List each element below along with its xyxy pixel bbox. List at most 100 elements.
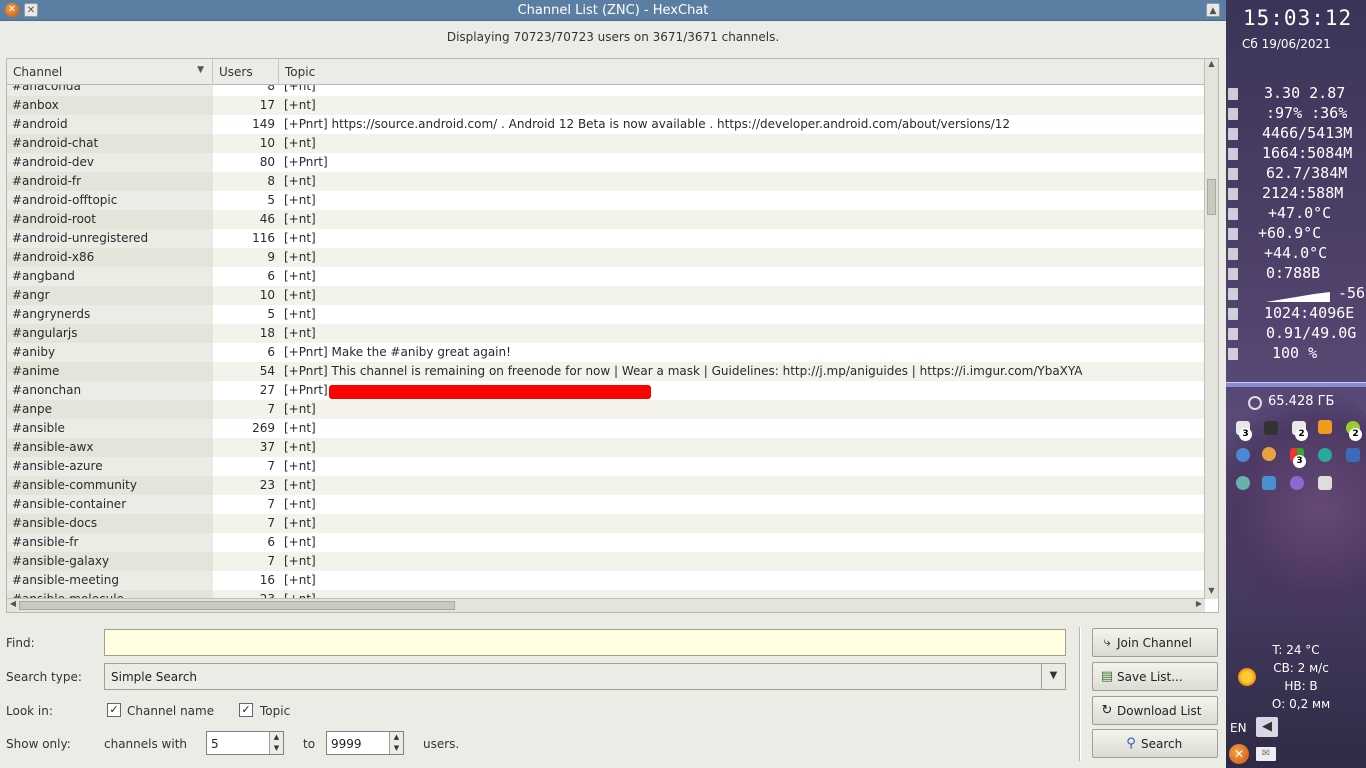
- notification-badge: 2: [1295, 428, 1308, 441]
- vertical-scroll-thumb[interactable]: [1207, 179, 1216, 215]
- topic-cell: [+nt]: [284, 250, 316, 264]
- column-header-channel[interactable]: Channel ▼: [7, 59, 213, 85]
- find-input[interactable]: [104, 629, 1066, 656]
- spinner-arrows-icon[interactable]: ▲ ▼: [269, 732, 283, 754]
- table-row[interactable]: #angrynerds 5 [+nt]: [7, 305, 1205, 324]
- table-row[interactable]: #angband 6 [+nt]: [7, 267, 1205, 286]
- table-row[interactable]: #ansible 269 [+nt]: [7, 419, 1205, 438]
- table-row[interactable]: #angr 10 [+nt]: [7, 286, 1205, 305]
- table-row[interactable]: #ansible-fr 6 [+nt]: [7, 533, 1205, 552]
- channel-name-checkbox-label[interactable]: Channel name: [127, 704, 214, 718]
- stat-value: 4466/5413M: [1262, 124, 1353, 142]
- scroll-down-icon[interactable]: ▼: [1205, 586, 1218, 599]
- channel-cell: #ansible-fr: [7, 533, 213, 552]
- menu-icon[interactable]: ✕: [1229, 744, 1249, 764]
- topic-cell: [+nt]: [284, 136, 316, 150]
- hexchat-icon[interactable]: [1262, 447, 1276, 461]
- join-channel-button[interactable]: ⤷ Join Channel: [1092, 628, 1218, 657]
- table-row[interactable]: #ansible-meeting 16 [+nt]: [7, 571, 1205, 590]
- save-list-button[interactable]: ▤ Save List...: [1092, 662, 1218, 691]
- channel-cell: #anime: [7, 362, 213, 381]
- shade-icon[interactable]: ▲: [1206, 3, 1220, 17]
- table-row[interactable]: #angularjs 18 [+nt]: [7, 324, 1205, 343]
- channel-cell: #anbox: [7, 96, 213, 115]
- scroll-up-icon[interactable]: ▲: [1205, 59, 1218, 72]
- window-icon[interactable]: [1346, 448, 1360, 462]
- browser-icon[interactable]: [1236, 448, 1250, 462]
- stat-icon: [1228, 328, 1238, 340]
- disk-free: 65.428 ГБ: [1268, 394, 1335, 409]
- table-row[interactable]: #android-root 46 [+nt]: [7, 210, 1205, 229]
- stat-icon: [1228, 268, 1238, 280]
- table-row[interactable]: #ansible-container 7 [+nt]: [7, 495, 1205, 514]
- table-row[interactable]: #ansible-docs 7 [+nt]: [7, 514, 1205, 533]
- table-row[interactable]: #android-fr 8 [+nt]: [7, 172, 1205, 191]
- column-header-users[interactable]: Users: [213, 59, 279, 85]
- table-row[interactable]: #ansible-galaxy 7 [+nt]: [7, 552, 1205, 571]
- topic-cell: [+nt]: [284, 85, 316, 93]
- stat-value: 0.91/49.0G: [1266, 324, 1357, 342]
- table-row[interactable]: #android 149 [+Pnrt] https://source.androi…: [7, 115, 1205, 134]
- column-header-topic[interactable]: Topic: [279, 59, 1205, 85]
- scroll-right-icon[interactable]: ▶: [1193, 599, 1205, 608]
- keyboard-layout[interactable]: EN: [1230, 721, 1247, 735]
- table-row[interactable]: #android-chat 10 [+nt]: [7, 134, 1205, 153]
- table-row[interactable]: #android-x86 9 [+nt]: [7, 248, 1205, 267]
- table-row[interactable]: #ansible-community 23 [+nt]: [7, 476, 1205, 495]
- table-row[interactable]: #anaconda 8 [+nt]: [7, 85, 1205, 96]
- moon-icon[interactable]: [1318, 448, 1332, 462]
- weather-nv: НВ: В: [1284, 679, 1318, 693]
- volume-icon[interactable]: ◀: [1256, 717, 1278, 737]
- table-row[interactable]: #ansible-awx 37 [+nt]: [7, 438, 1205, 457]
- table-row[interactable]: #anime 54 [+Pnrt] This channel is remainin…: [7, 362, 1205, 381]
- window-title: Channel List (ZNC) - HexChat: [517, 3, 709, 18]
- topic-cell: [+nt]: [284, 193, 316, 207]
- table-row[interactable]: #aniby 6 [+Pnrt] Make the #aniby great aga…: [7, 343, 1205, 362]
- clock: 15:03:12: [1243, 6, 1353, 30]
- users-cell: 6: [267, 269, 275, 283]
- table-row[interactable]: #android-dev 80 [+Pnrt]: [7, 153, 1205, 172]
- download-list-button[interactable]: ↻ Download List: [1092, 696, 1218, 725]
- table-row[interactable]: #anbox 17 [+nt]: [7, 96, 1205, 115]
- app-icon[interactable]: [1318, 420, 1332, 434]
- refresh-icon: ↻: [1101, 703, 1113, 718]
- table-row[interactable]: #android-unregistered 116 [+nt]: [7, 229, 1205, 248]
- viber-icon[interactable]: [1290, 476, 1304, 490]
- horizontal-scroll-thumb[interactable]: [19, 601, 455, 610]
- notification-badge: 3: [1293, 455, 1306, 468]
- min-users-spinner[interactable]: 5 ▲ ▼: [206, 731, 284, 755]
- topic-checkbox[interactable]: ✓: [239, 703, 253, 717]
- channel-cell: #ansible-azure: [7, 457, 213, 476]
- horizontal-scrollbar[interactable]: ◀ ▶: [7, 598, 1205, 612]
- mail-icon[interactable]: ✉: [1256, 747, 1276, 761]
- chat-icon[interactable]: [1236, 476, 1250, 490]
- topic-cell: [+nt]: [284, 288, 316, 302]
- channel-cell: #android-x86: [7, 248, 213, 267]
- channel-cell: #android-root: [7, 210, 213, 229]
- spinner-arrows-icon[interactable]: ▲ ▼: [389, 732, 403, 754]
- channel-list[interactable]: Channel ▼ Users Topic #anaconda 8 [+nt] #an…: [6, 58, 1219, 613]
- scroll-left-icon[interactable]: ◀: [7, 599, 19, 608]
- search-type-select[interactable]: Simple Search ▼: [104, 663, 1066, 690]
- table-row[interactable]: #ansible-azure 7 [+nt]: [7, 457, 1205, 476]
- monitor-icon[interactable]: [1262, 476, 1276, 490]
- channel-cell: #angrynerds: [7, 305, 213, 324]
- table-row[interactable]: #anpe 7 [+nt]: [7, 400, 1205, 419]
- network-graph: [1266, 290, 1330, 302]
- table-row[interactable]: #ansible-molecule23[+nt]: [7, 590, 1205, 598]
- max-users-spinner[interactable]: 9999 ▲ ▼: [326, 731, 404, 755]
- archive-icon[interactable]: [1264, 421, 1278, 435]
- text-icon[interactable]: [1318, 476, 1332, 490]
- stat-icon: [1228, 168, 1238, 180]
- chevron-down-icon[interactable]: ▼: [1041, 664, 1065, 689]
- channel-cell: #ansible-galaxy: [7, 552, 213, 571]
- topic-checkbox-label[interactable]: Topic: [260, 704, 290, 718]
- vertical-scrollbar[interactable]: ▲ ▼: [1204, 59, 1218, 599]
- download-list-label: Download List: [1117, 704, 1202, 718]
- table-row[interactable]: #android-offtopic 5 [+nt]: [7, 191, 1205, 210]
- channel-name-checkbox[interactable]: ✓: [107, 703, 121, 717]
- search-button[interactable]: ⚲ Search: [1092, 729, 1218, 758]
- channel-cell: #ansible-docs: [7, 514, 213, 533]
- topic-cell: [+nt]: [284, 516, 316, 530]
- table-row[interactable]: #anonchan 27 [+Pnrt]: [7, 381, 1205, 400]
